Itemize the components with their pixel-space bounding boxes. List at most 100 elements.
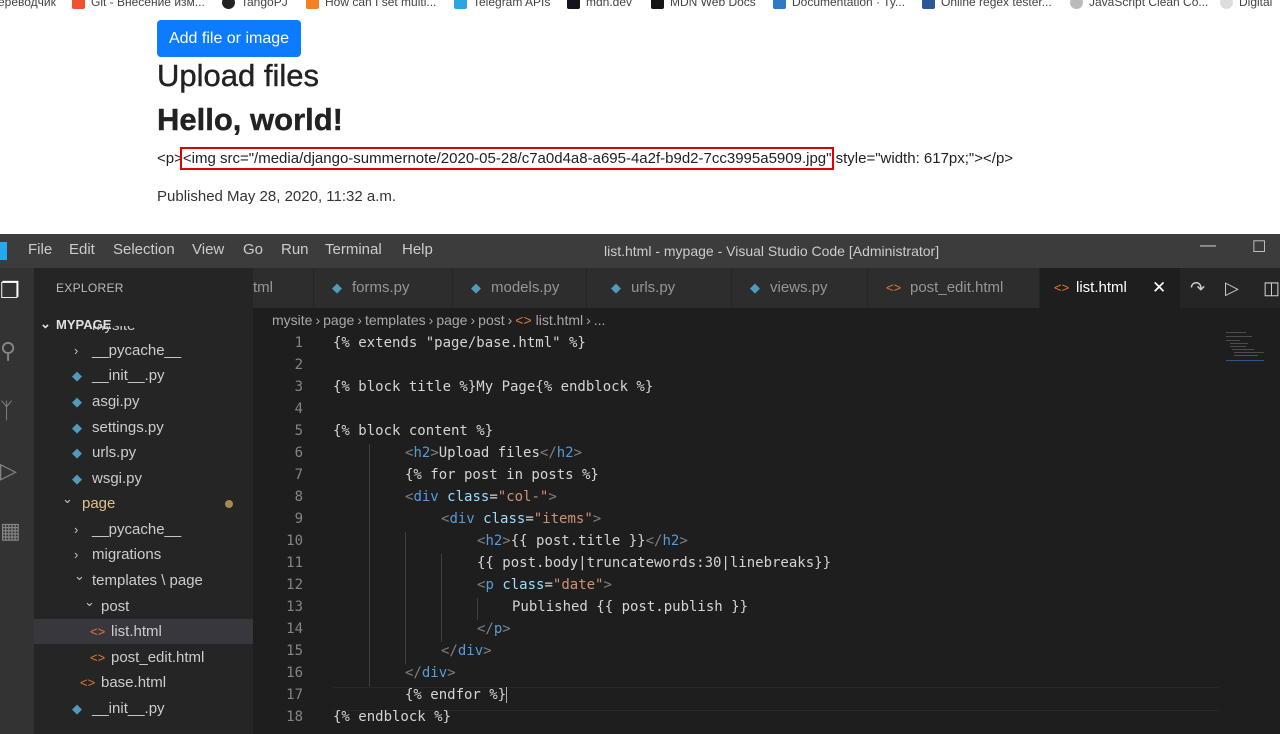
- code-line: {{ post.body|truncatewords:30|linebreaks…: [477, 555, 832, 571]
- post-date: Published May 28, 2020, 11:32 a.m.: [157, 188, 397, 205]
- bookmark-item[interactable]: mdn.dev: [567, 0, 632, 10]
- html-icon: <>: [515, 312, 532, 328]
- menu-selection[interactable]: Selection: [113, 241, 175, 258]
- tab-forms[interactable]: ◆ forms.py: [314, 268, 453, 308]
- menu-edit[interactable]: Edit: [69, 241, 95, 258]
- breadcrumb-item[interactable]: page: [323, 312, 354, 328]
- line-number: 10: [286, 533, 303, 549]
- bookmark-label: How can I set multi...: [325, 0, 437, 9]
- raw-p-open: <p>: [157, 150, 183, 167]
- tree-folder-migrations[interactable]: › migrations: [34, 542, 253, 567]
- tab-html-partial[interactable]: tml: [253, 268, 314, 308]
- split-editor-icon[interactable]: ◫: [1263, 268, 1280, 308]
- tree-file[interactable]: ◆ urls.py: [34, 440, 253, 465]
- tree-folder-templates[interactable]: ⌄ templates \ page: [34, 568, 253, 593]
- run-file-icon[interactable]: ▷: [1225, 268, 1239, 308]
- minimize-icon[interactable]: —: [1200, 237, 1216, 255]
- minimap[interactable]: [1226, 332, 1276, 372]
- html-icon: <>: [90, 650, 106, 665]
- bookmark-label: Digital: [1239, 0, 1273, 9]
- window-title: list.html - mypage - Visual Studio Code …: [604, 243, 940, 259]
- tree-label: __init__.py: [92, 367, 165, 384]
- code-line: </div>: [441, 643, 492, 659]
- bookmark-item[interactable]: Digital: [1220, 0, 1272, 10]
- breadcrumb-separator-icon: ›: [507, 312, 513, 328]
- html-icon: <>: [90, 624, 106, 639]
- breadcrumb-separator-icon: ›: [357, 312, 362, 328]
- web-page: Add file or image Upload files Hello, wo…: [0, 12, 1280, 234]
- tree-label: mysite: [92, 326, 135, 333]
- menu-view[interactable]: View: [192, 241, 224, 258]
- bookmark-item[interactable]: Online regex tester...: [922, 0, 1052, 10]
- post-title: Hello, world!: [157, 102, 343, 137]
- line-number: 12: [286, 577, 303, 593]
- tab-post-edit[interactable]: <> post_edit.html: [868, 268, 1040, 308]
- bookmark-item[interactable]: Documentation · Ty...: [773, 0, 905, 10]
- bookmark-item[interactable]: MDN Web Docs: [651, 0, 756, 10]
- breadcrumb-item[interactable]: list.html: [536, 312, 583, 328]
- tab-models[interactable]: ◆ models.py: [453, 268, 587, 308]
- extensions-icon[interactable]: ▦: [0, 518, 22, 544]
- tree-folder-page[interactable]: ⌄ page: [34, 491, 253, 516]
- tree-file[interactable]: ◆ __init__.py: [34, 696, 253, 721]
- code-editor[interactable]: 1 2 3 4 5 6 7 8 9 10 11 12 13 14 15 16 1…: [253, 334, 1280, 734]
- bookmark-item[interactable]: Git - Внесение изм...: [72, 0, 205, 10]
- line-number: 5: [294, 423, 303, 439]
- tree-folder-mysite[interactable]: ⌄ mysite: [34, 326, 253, 338]
- menu-terminal[interactable]: Terminal: [325, 241, 382, 258]
- line-number: 7: [294, 467, 303, 483]
- close-icon[interactable]: ✕: [1152, 268, 1166, 308]
- tree-file[interactable]: <> post_edit.html: [34, 645, 253, 670]
- tab-list-html[interactable]: <> list.html ✕: [1040, 268, 1181, 308]
- menu-go[interactable]: Go: [243, 241, 263, 258]
- breadcrumb-item[interactable]: post: [478, 312, 504, 328]
- maximize-icon[interactable]: ☐: [1252, 237, 1266, 257]
- tab-views[interactable]: ◆ views.py: [732, 268, 868, 308]
- search-icon[interactable]: ⚲: [0, 338, 22, 364]
- explorer-icon[interactable]: ❐: [0, 278, 22, 304]
- tree-label: __pycache__: [92, 342, 182, 359]
- code-line: <p class="date">: [477, 577, 612, 593]
- chevron-down-icon: ⌄: [74, 568, 85, 583]
- breadcrumb-separator-icon: ›: [315, 312, 321, 328]
- bookmark-item[interactable]: TangoPJ: [222, 0, 288, 10]
- tree-file-active[interactable]: <> list.html: [34, 619, 253, 644]
- python-icon: ◆: [72, 394, 82, 409]
- tree-file[interactable]: <> base.html: [34, 670, 253, 695]
- breadcrumb-item[interactable]: ...: [594, 312, 606, 328]
- tab-urls[interactable]: ◆ urls.py: [587, 268, 732, 308]
- bookmark-item[interactable]: ереводчик: [0, 0, 56, 10]
- bookmark-item[interactable]: Telegram APIs: [454, 0, 550, 10]
- menu-help[interactable]: Help: [402, 241, 433, 258]
- tree-file[interactable]: ◆ asgi.py: [34, 389, 253, 414]
- add-file-button[interactable]: Add file or image: [157, 20, 301, 57]
- tree-file[interactable]: ◆ __init__.py: [34, 363, 253, 388]
- code-line: {% block title %}My Page{% endblock %}: [333, 379, 654, 395]
- line-number: 8: [294, 489, 303, 505]
- bookmark-label: ереводчик: [0, 0, 56, 9]
- tree-folder-post[interactable]: ⌄ post: [34, 594, 253, 619]
- menu-file[interactable]: File: [28, 241, 52, 258]
- python-icon: ◆: [72, 445, 82, 460]
- tree-folder-pycache[interactable]: › __pycache__: [34, 517, 253, 542]
- breadcrumb-item[interactable]: mysite: [272, 312, 312, 328]
- open-changes-icon[interactable]: ↷: [1190, 268, 1205, 308]
- python-icon: ◆: [72, 701, 82, 716]
- regex-icon: [922, 0, 935, 9]
- highlighted-img-tag: <img src="/media/django-summernote/2020-…: [179, 147, 835, 170]
- tree-folder-pycache[interactable]: › __pycache__: [34, 338, 253, 363]
- line-number: 11: [286, 555, 303, 571]
- raw-tail: style="width: 617px;"></p>: [831, 150, 1014, 167]
- code-line: </div>: [405, 665, 456, 681]
- line-number: 18: [286, 709, 303, 725]
- breadcrumb-separator-icon: ›: [428, 312, 434, 328]
- bookmark-item[interactable]: How can I set multi...: [306, 0, 436, 10]
- bookmark-item[interactable]: JavaScript Clean Co...: [1070, 0, 1208, 10]
- post-body-raw: <p><img src="/media/django-summernote/20…: [157, 147, 1014, 170]
- breadcrumb-item[interactable]: templates: [365, 312, 426, 328]
- source-control-icon[interactable]: ᛉ: [0, 398, 22, 424]
- breadcrumb-item[interactable]: page: [436, 312, 467, 328]
- menu-run[interactable]: Run: [281, 241, 309, 258]
- tree-file[interactable]: ◆ settings.py: [34, 415, 253, 440]
- run-debug-icon[interactable]: ▷: [0, 458, 22, 484]
